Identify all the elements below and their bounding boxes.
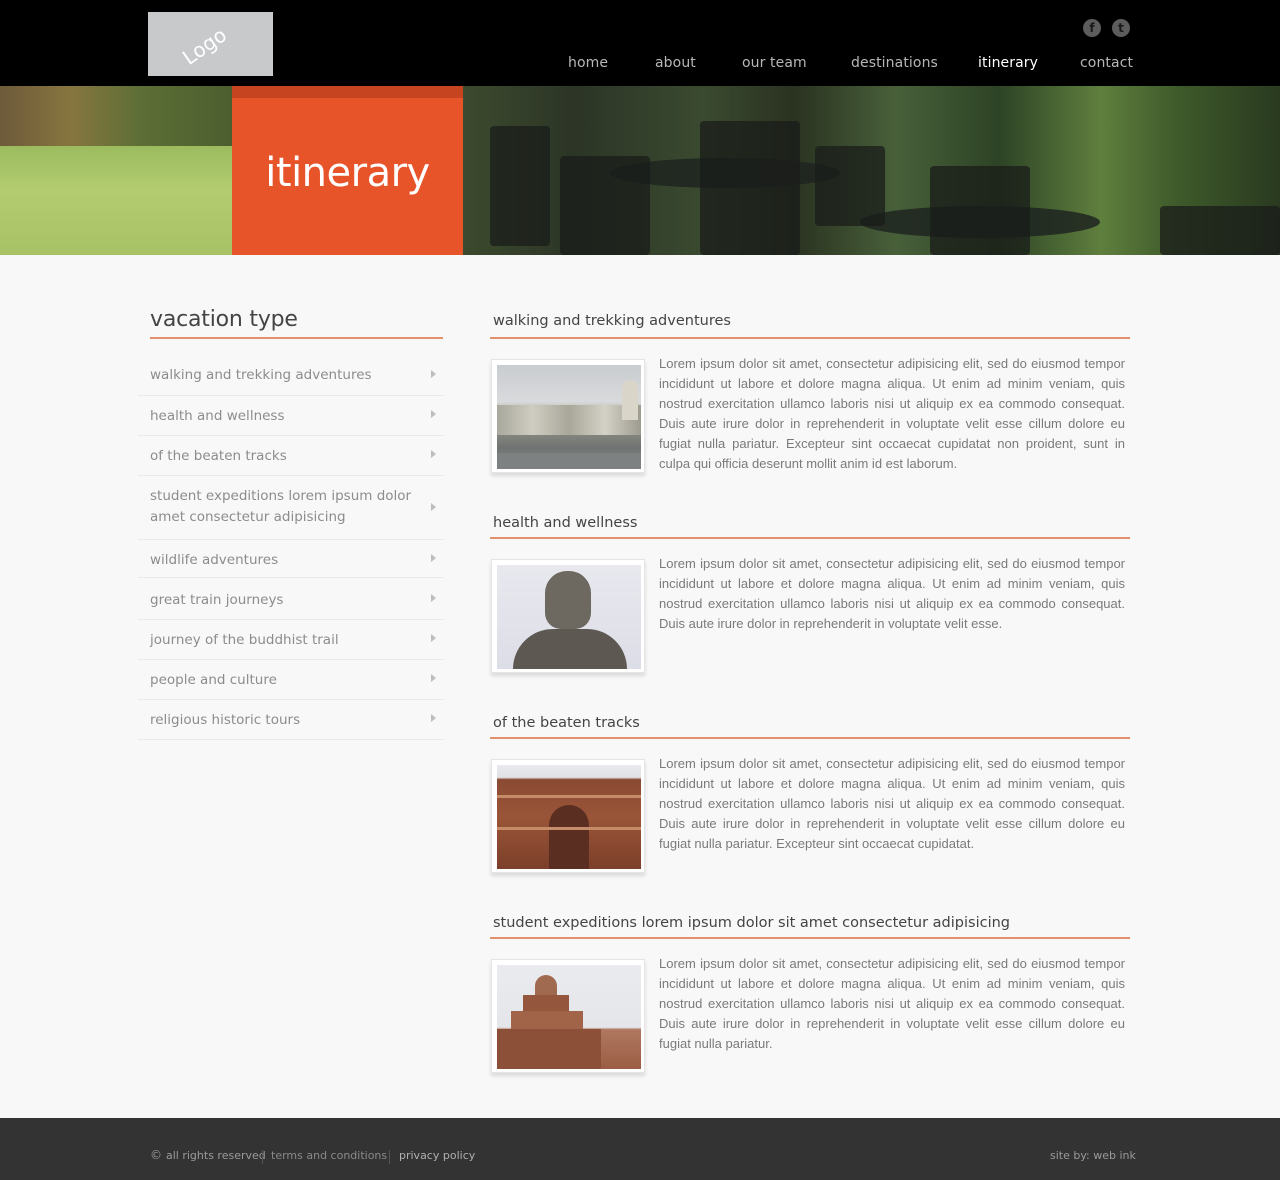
photo-tier [523,995,569,1011]
photo-dome [622,380,638,420]
arrow-right-icon [431,674,436,682]
photo-arch [549,805,589,869]
section-divider [490,937,1130,939]
section-thumbnail[interactable] [491,959,645,1073]
buddha-statue-photo [497,565,641,669]
nav-our-team[interactable]: our team [742,55,807,71]
banner-photo-shade [0,86,232,146]
footer-separator [389,1150,390,1164]
section-body: Lorem ipsum dolor sit amet, consectetur … [659,556,1125,631]
arrow-right-icon [431,714,436,722]
section-divider [490,537,1130,539]
banner-photo-chair [815,146,885,226]
title-box-strip [232,86,463,98]
photo-statue-head [545,571,591,629]
section-title[interactable]: student expeditions lorem ipsum dolor si… [493,915,1010,931]
sidebar-item-label: people and culture [150,672,277,688]
sidebar-item-label: student expeditions lorem ipsum dolor am… [150,488,412,525]
section-thumbnail[interactable] [491,359,645,473]
arrow-right-icon [431,410,436,418]
footer-rights: all rights reserved [166,1149,266,1162]
nav-contact[interactable]: contact [1080,55,1133,71]
copyright-icon: © [150,1148,162,1162]
sidebar-heading: vacation type [150,307,298,332]
photo-cupola [535,975,557,995]
section-title[interactable]: health and wellness [493,515,637,531]
sidebar-item-label: religious historic tours [150,712,301,728]
banner-photo-lawn [0,146,232,255]
sidebar-item-people-culture[interactable]: people and culture [138,660,443,700]
arrow-right-icon [431,450,436,458]
photo-buildings [497,405,641,435]
section-body: Lorem ipsum dolor sit amet, consectetur … [659,956,1125,1051]
site-footer: © all rights reserved terms and conditio… [0,1118,1280,1180]
photo-tier [511,1011,583,1029]
footer-privacy-link[interactable]: privacy policy [399,1149,475,1162]
photo-band [497,795,641,798]
footer-terms-link[interactable]: terms and conditions [271,1149,387,1162]
palace-pavilion-photo [497,965,641,1069]
site-header: Logo f t home about our team destination… [0,0,1280,86]
section-title[interactable]: walking and trekking adventures [493,313,731,329]
nav-itinerary[interactable]: itinerary [978,55,1038,71]
sidebar-item-train-journeys[interactable]: great train journeys [138,578,443,620]
sidebar-item-buddhist-trail[interactable]: journey of the buddhist trail [138,620,443,660]
photo-water [497,453,641,469]
sidebar-item-walking[interactable]: walking and trekking adventures [138,355,443,396]
facebook-link[interactable]: f [1083,19,1101,37]
section-body: Lorem ipsum dolor sit amet, consectetur … [659,356,1125,471]
banner-photo-chair [560,156,650,255]
sidebar-item-label: wildlife adventures [150,552,279,568]
footer-credit-link[interactable]: site by: web ink [1050,1149,1136,1162]
sidebar-item-beaten-tracks[interactable]: of the beaten tracks [138,436,443,476]
section-divider [490,737,1130,739]
arrow-right-icon [431,370,436,378]
section-thumbnail[interactable] [491,759,645,873]
banner-photo-chair [930,166,1030,255]
arrow-right-icon [431,503,436,511]
sidebar-item-label: walking and trekking adventures [150,367,372,383]
photo-tier [497,1029,601,1069]
nav-destinations[interactable]: destinations [851,55,938,71]
sidebar-item-health[interactable]: health and wellness [138,396,443,436]
twitter-link[interactable]: t [1112,19,1130,37]
photo-band [497,827,641,830]
arrow-right-icon [431,554,436,562]
banner-photo-chair [1160,206,1280,255]
sidebar-item-religious-tours[interactable]: religious historic tours [138,700,443,740]
arrow-right-icon [431,634,436,642]
sidebar-divider [150,337,443,339]
twitter-icon: t [1112,19,1130,37]
footer-separator [262,1150,263,1164]
photo-statue-body [513,629,627,669]
nav-home[interactable]: home [568,55,608,71]
banner-photo-chair [490,126,550,246]
page-title: itinerary [265,150,430,196]
sidebar-item-wildlife[interactable]: wildlife adventures [138,540,443,578]
banner-photo-chair [700,121,800,255]
hero-banner: itinerary [0,86,1280,255]
main-nav: home about our team destinations itinera… [0,55,1280,75]
sidebar-item-label: great train journeys [150,592,284,608]
facebook-icon: f [1083,19,1101,37]
section-divider [490,337,1130,339]
sidebar-item-student-expeditions[interactable]: student expeditions lorem ipsum dolor am… [138,476,443,540]
section-body: Lorem ipsum dolor sit amet, consectetur … [659,756,1125,851]
section-title[interactable]: of the beaten tracks [493,715,640,731]
riverside-temple-photo [497,365,641,469]
page-title-box: itinerary [232,86,463,255]
section-thumbnail[interactable] [491,559,645,673]
sidebar-item-label: of the beaten tracks [150,448,287,464]
sidebar-item-label: journey of the buddhist trail [150,632,339,648]
nav-about[interactable]: about [655,55,696,71]
sidebar-item-label: health and wellness [150,408,285,424]
fort-gate-photo [497,765,641,869]
arrow-right-icon [431,594,436,602]
